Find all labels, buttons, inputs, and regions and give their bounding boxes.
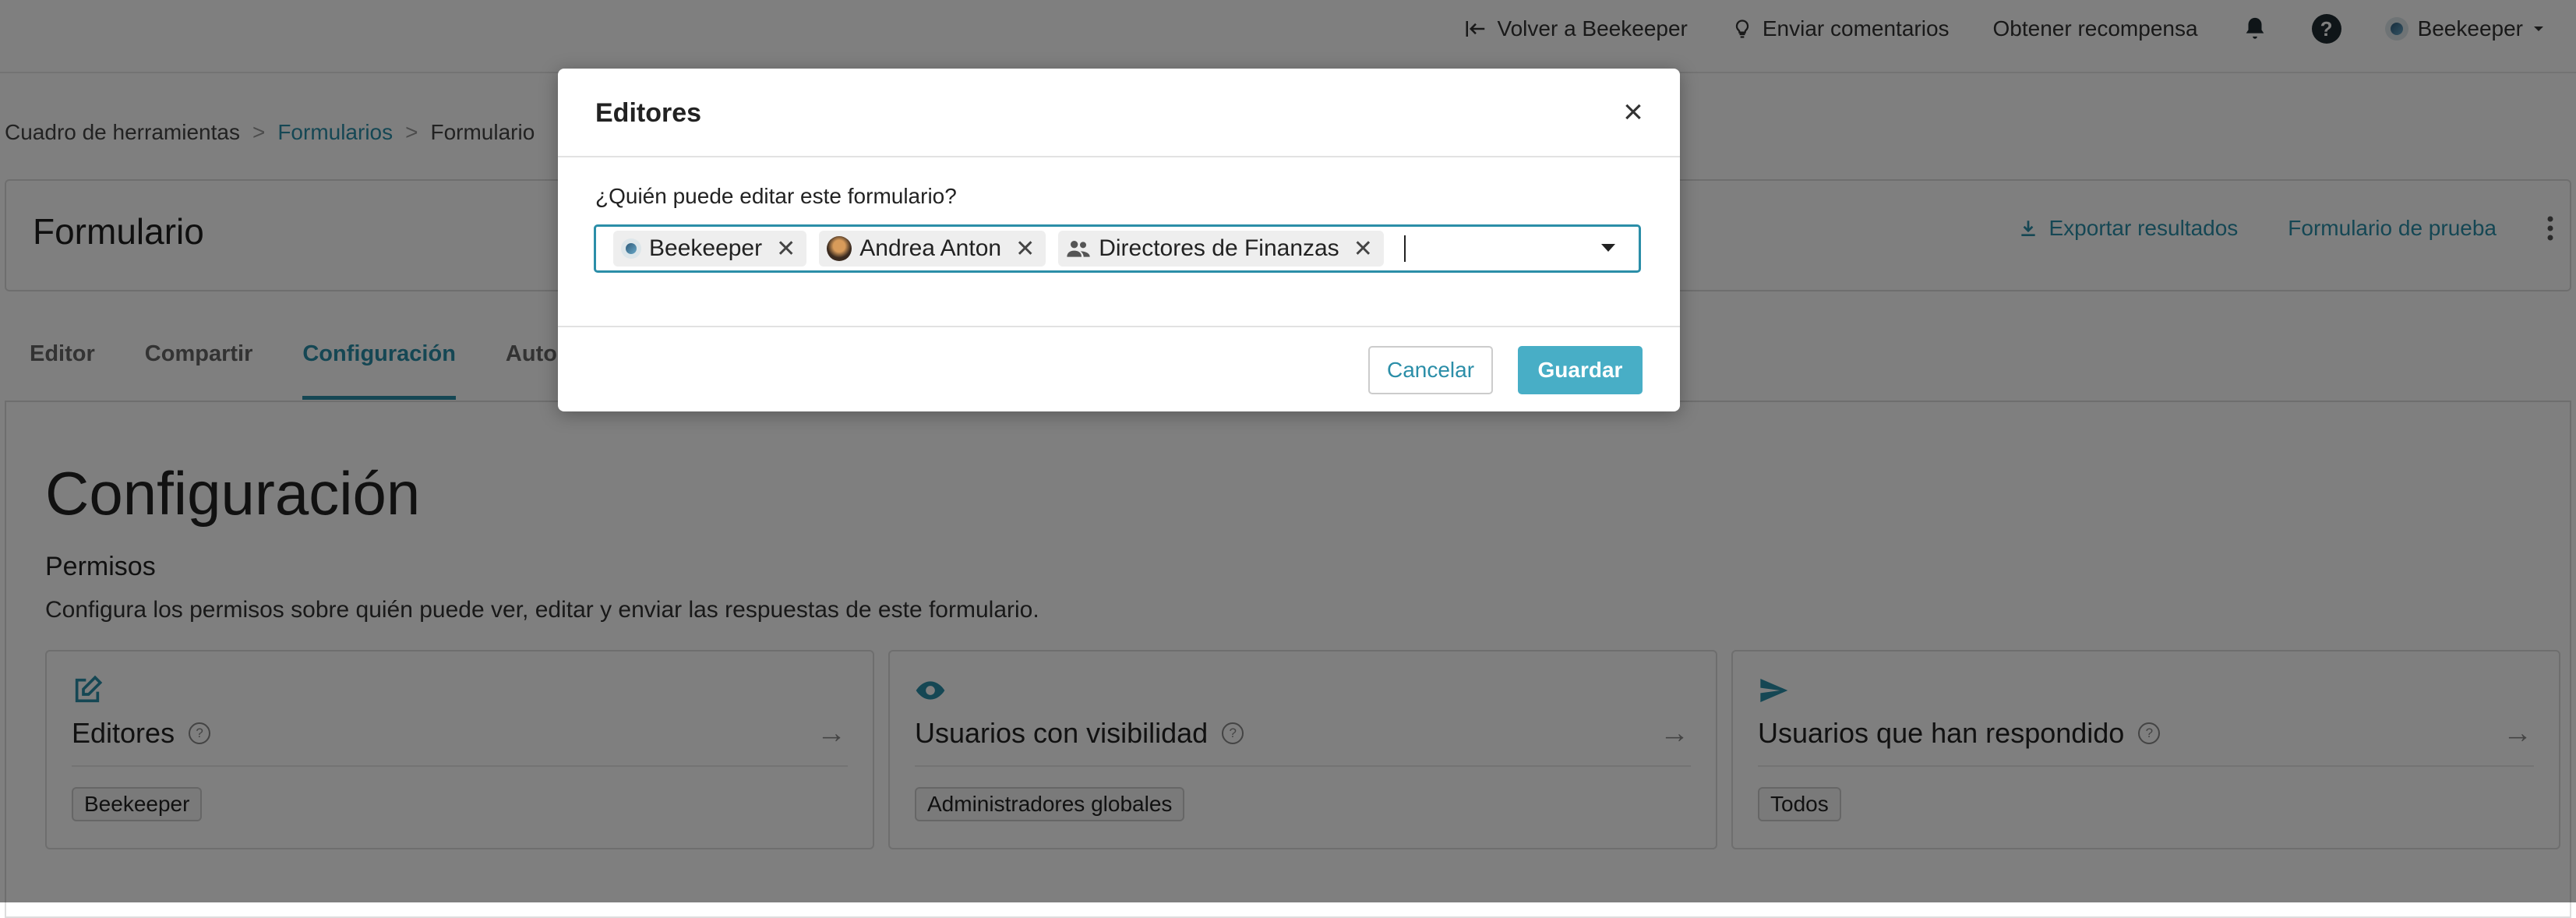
remove-chip-icon[interactable]: ✕ <box>776 235 796 263</box>
modal-footer: Cancelar Guardar <box>558 327 1680 413</box>
field-label: ¿Quién puede editar este formulario? <box>595 184 957 208</box>
modal-body: ¿Quién puede editar este formulario? Bee… <box>558 157 1680 327</box>
chip-label: Beekeeper <box>649 235 763 261</box>
cancel-button[interactable]: Cancelar <box>1368 346 1493 394</box>
modal-header: Editores × <box>558 69 1680 157</box>
modal-title: Editores <box>595 98 702 128</box>
close-icon[interactable]: × <box>1618 95 1649 129</box>
editors-modal: Editores × ¿Quién puede editar este form… <box>558 69 1680 411</box>
chip-label: Directores de Finanzas <box>1099 235 1339 261</box>
chevron-down-icon[interactable] <box>1601 244 1615 252</box>
remove-chip-icon[interactable]: ✕ <box>1015 235 1035 263</box>
remove-chip-icon[interactable]: ✕ <box>1353 235 1373 263</box>
chip-finance-directors: Directores de Finanzas ✕ <box>1058 231 1384 267</box>
avatar <box>827 236 852 261</box>
beekeeper-logo-icon <box>621 238 641 259</box>
chip-beekeeper: Beekeeper ✕ <box>613 231 807 267</box>
editors-multiselect[interactable]: Beekeeper ✕ Andrea Anton ✕ Directores de… <box>594 224 1641 273</box>
chip-andrea-anton: Andrea Anton ✕ <box>819 231 1046 267</box>
chip-label: Andrea Anton <box>859 235 1002 261</box>
group-icon <box>1067 241 1090 257</box>
save-button[interactable]: Guardar <box>1518 346 1643 394</box>
text-cursor <box>1403 235 1406 262</box>
